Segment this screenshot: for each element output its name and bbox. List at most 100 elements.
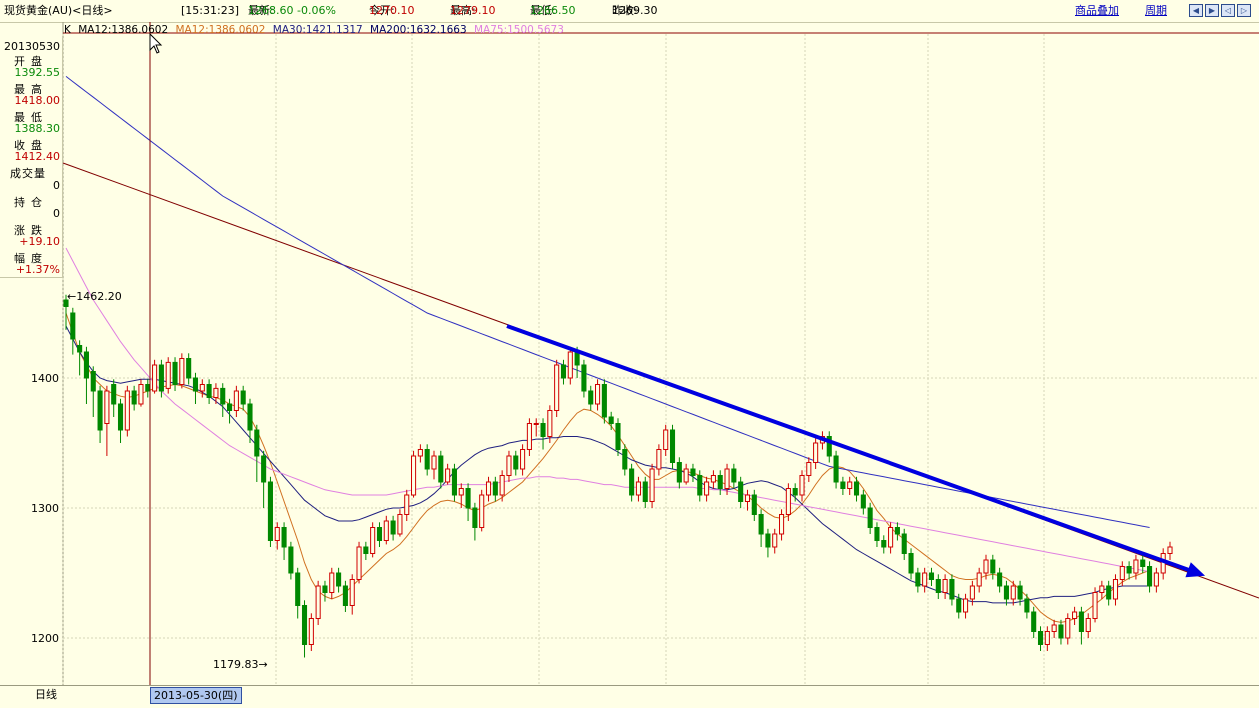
candle-body — [840, 481, 846, 489]
chart-window: 现货黄金(AU)<日线> [15:31:23] 最新: 1268.60 -0.06… — [0, 0, 1259, 708]
candle-body — [1147, 566, 1153, 587]
candle-body — [908, 553, 914, 574]
candle-body — [935, 579, 941, 593]
candle-body — [172, 361, 178, 385]
candle-body — [267, 481, 273, 541]
info-volume-value: 0 — [53, 179, 60, 192]
ma-legend: K MA12:1386.0602 MA12:1386.0602 MA30:142… — [64, 24, 568, 36]
candle-body — [274, 527, 280, 541]
candle-body — [397, 514, 403, 535]
candle-body — [90, 371, 96, 392]
legend-ma200: MA200:1632.1663 — [370, 24, 467, 36]
candle-body — [1153, 572, 1159, 587]
candle-body — [254, 429, 260, 457]
candle-body — [547, 410, 553, 437]
candle-body — [976, 572, 982, 587]
candle-body — [894, 527, 900, 535]
candle-body — [520, 449, 526, 470]
candle-body — [615, 423, 621, 450]
candle-body — [220, 387, 226, 405]
candle-body — [990, 559, 996, 574]
candle-body — [376, 527, 383, 541]
candle-body — [485, 481, 492, 496]
candle-body — [158, 364, 164, 392]
info-panel: 20130530 开盘 1392.55 最高 1418.00 最低 1388.3… — [0, 38, 63, 278]
candle-body — [104, 390, 110, 424]
candle-body — [663, 429, 669, 450]
candle-body — [1037, 631, 1044, 645]
candle-body — [853, 481, 860, 496]
candle-body — [738, 481, 744, 502]
candle-body — [383, 520, 389, 541]
candle-body — [1099, 585, 1105, 593]
candle-body — [145, 384, 151, 392]
candle-body — [152, 364, 158, 392]
candle-body — [1031, 611, 1037, 632]
candle-body — [785, 488, 791, 515]
info-date: 20130530 — [4, 40, 60, 53]
candle-body — [77, 345, 83, 353]
candle-body — [758, 514, 764, 535]
candle-body — [1112, 579, 1119, 600]
candle-body — [813, 442, 819, 463]
candle-body — [1140, 559, 1146, 567]
candle-body — [983, 559, 989, 574]
candle-body — [928, 572, 935, 580]
candle-body — [697, 475, 703, 496]
candle-body — [424, 449, 430, 470]
candle-body — [901, 533, 907, 554]
min-price-annotation: 1179.83→ — [213, 658, 268, 671]
period-button-daily[interactable]: 日线 — [35, 686, 57, 703]
info-pct-value: +1.37% — [15, 263, 60, 276]
info-close-value: 1412.40 — [14, 150, 61, 163]
candle-body — [1092, 592, 1098, 619]
candle-body — [308, 618, 314, 645]
candle-body — [751, 494, 757, 515]
candle-body — [336, 572, 342, 587]
candle-body — [390, 520, 396, 535]
candle-body — [1003, 585, 1009, 600]
info-change-value: +19.10 — [19, 235, 60, 248]
y-tick-label: 1200 — [31, 632, 59, 645]
candle-body — [922, 572, 928, 587]
candle-body — [111, 384, 117, 405]
candle-body — [847, 481, 853, 489]
candle-body — [445, 468, 451, 483]
candle-body — [117, 403, 124, 431]
candle-body — [765, 533, 771, 548]
candle-body — [506, 455, 512, 476]
candle-body — [704, 481, 710, 496]
candle-body — [608, 416, 614, 424]
candle-body — [635, 481, 641, 496]
candle-body — [540, 423, 546, 437]
selected-date-label: 2013-05-30(四) — [150, 687, 242, 704]
candle-body — [1058, 624, 1064, 639]
candle-body — [417, 449, 423, 457]
candle-body — [744, 494, 751, 502]
candle-body — [792, 488, 798, 496]
bottom-axis-bar: 日线 2013-05-30(四) — [0, 685, 1259, 708]
candle-body — [479, 494, 485, 528]
candle-body — [356, 546, 362, 580]
candle-body — [295, 572, 301, 606]
candle-body — [874, 527, 880, 541]
candle-body — [131, 390, 137, 405]
candle-body — [915, 572, 921, 587]
candle-body — [656, 449, 662, 470]
candle-body — [554, 364, 560, 411]
candle-body — [690, 468, 696, 476]
candle-body — [526, 423, 532, 450]
candle-body — [629, 468, 635, 496]
candle-body — [1085, 618, 1091, 632]
candle-body — [179, 358, 185, 385]
candle-body — [513, 455, 519, 470]
candle-body — [186, 358, 192, 379]
candle-body — [438, 455, 444, 483]
candle-body — [465, 488, 471, 509]
info-position-value: 0 — [53, 207, 60, 220]
candle-body — [329, 572, 335, 593]
legend-ma12-b: MA12:1386.0602 — [175, 24, 266, 36]
candle-body — [833, 455, 839, 483]
candle-body — [1065, 618, 1071, 639]
price-chart[interactable]: 120013001400201305070809101112201401←146… — [0, 0, 1259, 707]
